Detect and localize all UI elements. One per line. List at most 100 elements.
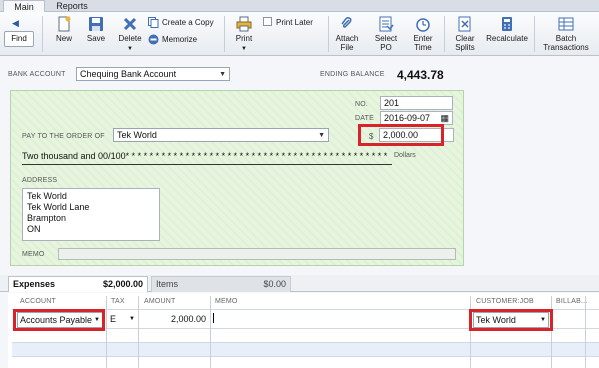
print-label: Print bbox=[235, 34, 253, 43]
clear-splits-button[interactable]: Clear Splits bbox=[450, 16, 480, 52]
enter-time-button[interactable]: Enter Time bbox=[409, 16, 437, 52]
attach-file-button[interactable]: Attach File bbox=[332, 16, 362, 52]
address-line: Tek World bbox=[27, 191, 67, 201]
grid-column-line bbox=[551, 296, 552, 368]
find-arrows-icon[interactable]: ◀ ▶ bbox=[12, 18, 28, 39]
memorize-icon bbox=[148, 34, 159, 45]
tab-expenses[interactable]: Expenses $2,000.00 bbox=[8, 276, 148, 292]
payee-value: Tek World bbox=[117, 130, 157, 140]
address-box[interactable]: Tek World Tek World Lane Brampton ON bbox=[22, 188, 160, 241]
memo-label: MEMO bbox=[22, 251, 45, 258]
delete-button[interactable]: Delete ▼ bbox=[116, 16, 144, 54]
copy-icon bbox=[148, 17, 159, 28]
clock-icon bbox=[416, 18, 430, 32]
tab-reports[interactable]: Reports bbox=[52, 0, 92, 12]
date-value: 2016-09-07 bbox=[384, 113, 431, 123]
address-label: ADDRESS bbox=[22, 177, 58, 184]
tab-items[interactable]: Items $0.00 bbox=[151, 276, 291, 292]
delete-dropdown-icon: ▼ bbox=[127, 46, 133, 52]
grid-column-line bbox=[470, 296, 471, 368]
ending-balance-value: 4,443.78 bbox=[397, 68, 444, 82]
chevron-down-icon: ▼ bbox=[219, 71, 226, 78]
toolbar-divider bbox=[328, 16, 329, 52]
create-copy-button[interactable]: Create a Copy bbox=[148, 17, 214, 28]
bank-account-label: BANK ACCOUNT bbox=[8, 71, 66, 78]
account-highlight-box bbox=[13, 309, 105, 331]
grid-row-line bbox=[12, 342, 599, 343]
expenses-tab-amount: $2,000.00 bbox=[102, 279, 143, 289]
calendar-icon[interactable]: ▦ bbox=[440, 112, 449, 124]
select-po-button[interactable]: Select PO bbox=[372, 16, 400, 52]
bank-account-value: Chequing Bank Account bbox=[80, 69, 177, 79]
chevron-down-icon: ▼ bbox=[318, 132, 325, 139]
select-po-label-1: Select bbox=[374, 34, 398, 43]
enter-time-label-1: Enter bbox=[413, 34, 433, 43]
menu-tab-bar: Main Reports bbox=[0, 0, 599, 12]
find-button[interactable]: Find bbox=[4, 31, 34, 47]
dollars-label: Dollars bbox=[394, 152, 416, 159]
tax-cell[interactable]: E ▼ bbox=[108, 312, 136, 328]
batch-transactions-button[interactable]: Batch Transactions bbox=[538, 16, 594, 52]
batch-label-1: Batch bbox=[555, 34, 577, 43]
header-customer-job[interactable]: CUSTOMER:JOB bbox=[476, 298, 534, 305]
new-button[interactable]: New bbox=[52, 16, 76, 43]
grid-column-line bbox=[210, 296, 211, 368]
amount-cell[interactable]: 2,000.00 bbox=[140, 312, 208, 328]
save-disk-icon bbox=[89, 17, 103, 31]
new-label: New bbox=[55, 34, 72, 43]
print-later-check-box[interactable] bbox=[263, 17, 272, 26]
printer-icon bbox=[236, 16, 252, 32]
memorize-button[interactable]: Memorize bbox=[148, 34, 197, 45]
batch-transactions-icon bbox=[558, 17, 574, 31]
header-tax[interactable]: TAX bbox=[111, 298, 125, 305]
table-row[interactable] bbox=[12, 356, 599, 368]
cheque-no-label: NO. bbox=[355, 101, 369, 108]
enter-time-label-2: Time bbox=[414, 43, 432, 52]
delete-label: Delete bbox=[118, 34, 142, 43]
header-billable[interactable]: BILLAB... bbox=[556, 298, 587, 305]
grid-column-line bbox=[585, 296, 586, 368]
memo-field[interactable] bbox=[58, 248, 456, 260]
grid-column-line bbox=[138, 296, 139, 368]
text-cursor bbox=[213, 313, 214, 323]
print-button[interactable]: Print ▼ bbox=[232, 16, 256, 54]
header-amount[interactable]: AMOUNT bbox=[144, 298, 176, 305]
delete-x-icon bbox=[123, 17, 137, 31]
chevron-down-icon: ▼ bbox=[129, 316, 135, 322]
payee-dropdown[interactable]: Tek World ▼ bbox=[113, 128, 329, 142]
date-field[interactable]: 2016-09-07 ▦ bbox=[380, 111, 453, 125]
print-dropdown-icon: ▼ bbox=[241, 46, 247, 52]
cheque-no-field[interactable]: 201 bbox=[380, 96, 453, 110]
memorize-label: Memorize bbox=[162, 35, 198, 44]
tab-main[interactable]: Main bbox=[3, 0, 45, 12]
toolbar-divider bbox=[42, 16, 43, 52]
memo-cell[interactable] bbox=[211, 312, 469, 328]
bank-account-dropdown[interactable]: Chequing Bank Account ▼ bbox=[76, 67, 230, 81]
attach-label-1: Attach bbox=[335, 34, 359, 43]
save-button[interactable]: Save bbox=[84, 16, 108, 43]
batch-label-2: Transactions bbox=[543, 43, 589, 52]
print-later-checkbox[interactable]: Print Later bbox=[263, 17, 313, 28]
toolbar-divider bbox=[444, 16, 445, 52]
attach-label-2: File bbox=[340, 43, 354, 52]
address-line: Brampton bbox=[27, 213, 67, 223]
print-later-label: Print Later bbox=[276, 18, 313, 27]
clear-splits-label-2: Splits bbox=[455, 43, 475, 52]
ending-balance-label: ENDING BALANCE bbox=[320, 71, 385, 78]
create-copy-label: Create a Copy bbox=[162, 18, 214, 27]
table-row[interactable] bbox=[12, 342, 599, 356]
clear-splits-label-1: Clear bbox=[455, 34, 475, 43]
expenses-tab-label: Expenses bbox=[13, 279, 56, 289]
header-account[interactable]: ACCOUNT bbox=[20, 298, 56, 305]
amount-words-underline bbox=[22, 164, 392, 165]
tax-value: E bbox=[110, 314, 117, 324]
purchase-order-icon bbox=[379, 16, 394, 32]
items-tab-amount: $0.00 bbox=[263, 279, 286, 289]
items-tab-label: Items bbox=[156, 279, 179, 289]
recalculate-button[interactable]: Recalculate bbox=[484, 16, 530, 43]
address-line: ON bbox=[27, 224, 41, 234]
grid-column-line bbox=[106, 296, 107, 368]
clear-splits-icon bbox=[458, 16, 471, 32]
paperclip-icon bbox=[341, 17, 352, 28]
header-memo[interactable]: MEMO bbox=[215, 298, 238, 305]
